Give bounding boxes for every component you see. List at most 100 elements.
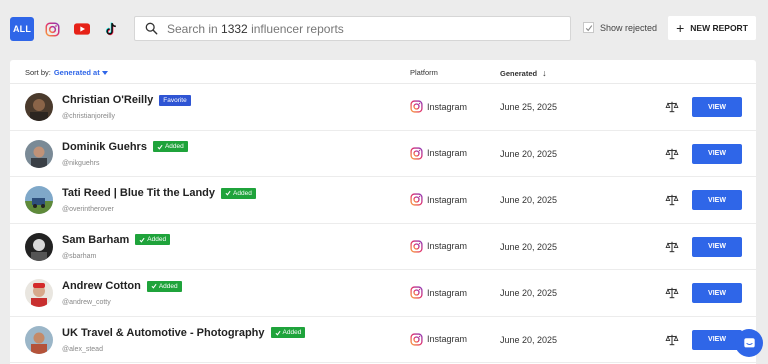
check-icon: [151, 283, 157, 289]
influencer-name[interactable]: Tati Reed | Blue Tit the Landy: [62, 187, 215, 199]
instagram-icon: [410, 100, 423, 113]
new-report-label: NEW REPORT: [690, 23, 748, 33]
avatar[interactable]: [25, 139, 53, 168]
avatar[interactable]: [25, 325, 53, 354]
search-input[interactable]: Search in 1332 influencer reports: [134, 16, 571, 41]
search-placeholder: Search in 1332 influencer reports: [167, 21, 344, 36]
influencer-name-line: UK Travel & Automotive - Photography Add…: [62, 327, 306, 339]
platform-name: Instagram: [427, 287, 468, 298]
view-report-button[interactable]: VIEW: [692, 143, 742, 164]
generated-date: June 20, 2025: [500, 148, 558, 159]
platform-cell: Instagram: [410, 332, 468, 346]
platform-cell: Instagram: [410, 146, 468, 160]
view-report-button[interactable]: VIEW: [692, 236, 742, 257]
generated-date: June 20, 2025: [500, 241, 558, 252]
plus-icon: +: [676, 20, 685, 36]
platform-cell: Instagram: [410, 239, 467, 253]
avatar[interactable]: [25, 186, 53, 214]
new-report-button[interactable]: + NEW REPORT: [668, 16, 756, 40]
table-row: Dominik Guehrs Added @nikguehrs Instagra…: [10, 131, 756, 177]
table-row: Tati Reed | Blue Tit the Landy Added @ov…: [10, 177, 756, 224]
filter-instagram-button[interactable]: [40, 17, 64, 41]
platform-cell: Instagram: [410, 100, 467, 113]
reports-table: Sort by: Generated at Platform Generated…: [10, 60, 756, 364]
platform-cell: Instagram: [410, 286, 467, 299]
sort-control: Sort by: Generated at: [25, 68, 108, 77]
status-badge: Added: [221, 187, 256, 199]
compare-scale-icon[interactable]: [665, 286, 679, 300]
table-row: Sam Barham Added @sbarham Instagram June…: [10, 224, 756, 270]
instagram-icon: [410, 193, 423, 206]
filter-tiktok-button[interactable]: [99, 17, 123, 41]
avatar[interactable]: [25, 232, 53, 261]
platform-name: Instagram: [427, 148, 468, 158]
check-icon: [157, 144, 163, 150]
table-header: Sort by: Generated at Platform Generated…: [10, 60, 756, 84]
generated-date: June 25, 2025: [500, 102, 558, 112]
influencer-handle: @alex_stead: [62, 345, 103, 353]
view-report-button[interactable]: VIEW: [692, 190, 742, 210]
view-report-button[interactable]: VIEW: [692, 97, 742, 117]
show-rejected-checkbox[interactable]: [583, 22, 594, 33]
instagram-icon: [45, 22, 59, 36]
compare-scale-icon[interactable]: [665, 333, 679, 347]
top-toolbar: ALL Search in 1332 influencer reports Sh…: [0, 0, 768, 58]
column-header-generated[interactable]: Generated ↓: [500, 68, 547, 78]
platform-name: Instagram: [427, 334, 468, 344]
influencer-name[interactable]: Christian O'Reilly: [62, 94, 153, 106]
chat-icon: [743, 337, 755, 347]
instagram-icon: [410, 239, 423, 253]
influencer-handle: @nikguehrs: [62, 159, 100, 167]
compare-scale-icon[interactable]: [665, 100, 679, 114]
influencer-name[interactable]: Sam Barham: [62, 234, 129, 246]
sort-arrow-down-icon: ↓: [542, 68, 547, 78]
compare-scale-icon[interactable]: [665, 240, 679, 254]
sort-dropdown[interactable]: Generated at: [54, 68, 108, 77]
avatar[interactable]: [25, 279, 53, 307]
compare-scale-icon[interactable]: [665, 193, 679, 207]
influencer-name[interactable]: UK Travel & Automotive - Photography: [62, 327, 265, 339]
check-icon: [139, 237, 145, 243]
avatar[interactable]: [25, 93, 53, 121]
check-icon: [275, 330, 281, 336]
influencer-name-line: Tati Reed | Blue Tit the Landy Added: [62, 187, 256, 199]
youtube-icon: [74, 23, 90, 35]
influencer-handle: @overintherover: [62, 206, 114, 213]
tiktok-icon: [105, 22, 116, 36]
compare-scale-icon[interactable]: [665, 147, 679, 161]
status-badge: Added: [270, 327, 306, 338]
platform-name: Instagram: [427, 194, 468, 205]
influencer-handle: @andrew_cotty: [62, 299, 111, 306]
chat-button[interactable]: [735, 329, 763, 357]
status-badge: Added: [146, 280, 182, 292]
filter-youtube-button[interactable]: [70, 17, 94, 41]
caret-down-icon: [101, 70, 108, 75]
view-report-button[interactable]: VIEW: [692, 283, 742, 303]
instagram-icon: [410, 286, 423, 299]
table-row: Andrew Cotton Added @andrew_cotty Instag…: [10, 270, 756, 317]
filter-all-button[interactable]: ALL: [10, 17, 34, 41]
influencer-handle: @christianjoreilly: [62, 113, 116, 120]
column-header-platform: Platform: [410, 68, 438, 77]
platform-cell: Instagram: [410, 193, 467, 206]
status-badge: Added: [152, 141, 188, 152]
check-icon: [225, 190, 231, 196]
influencer-name-line: Andrew Cotton Added: [62, 280, 182, 292]
show-rejected-toggle[interactable]: Show rejected: [583, 22, 657, 33]
influencer-handle: @sbarham: [62, 252, 97, 260]
check-icon: [585, 24, 592, 31]
generated-date: June 20, 2025: [500, 288, 558, 298]
influencer-name[interactable]: Dominik Guehrs: [62, 141, 147, 153]
generated-date: June 20, 2025: [500, 195, 558, 205]
instagram-icon: [410, 332, 423, 346]
influencer-name-line: Sam Barham Added: [62, 234, 171, 246]
table-row: Christian O'Reilly Favorite @christianjo…: [10, 84, 756, 131]
platform-name: Instagram: [427, 101, 468, 112]
instagram-icon: [410, 146, 423, 160]
generated-date: June 20, 2025: [500, 334, 558, 345]
search-icon: [143, 21, 159, 37]
sort-label: Sort by:: [25, 68, 51, 77]
show-rejected-label: Show rejected: [600, 22, 658, 33]
influencer-name[interactable]: Andrew Cotton: [62, 280, 141, 292]
status-badge: Favorite: [159, 94, 191, 106]
